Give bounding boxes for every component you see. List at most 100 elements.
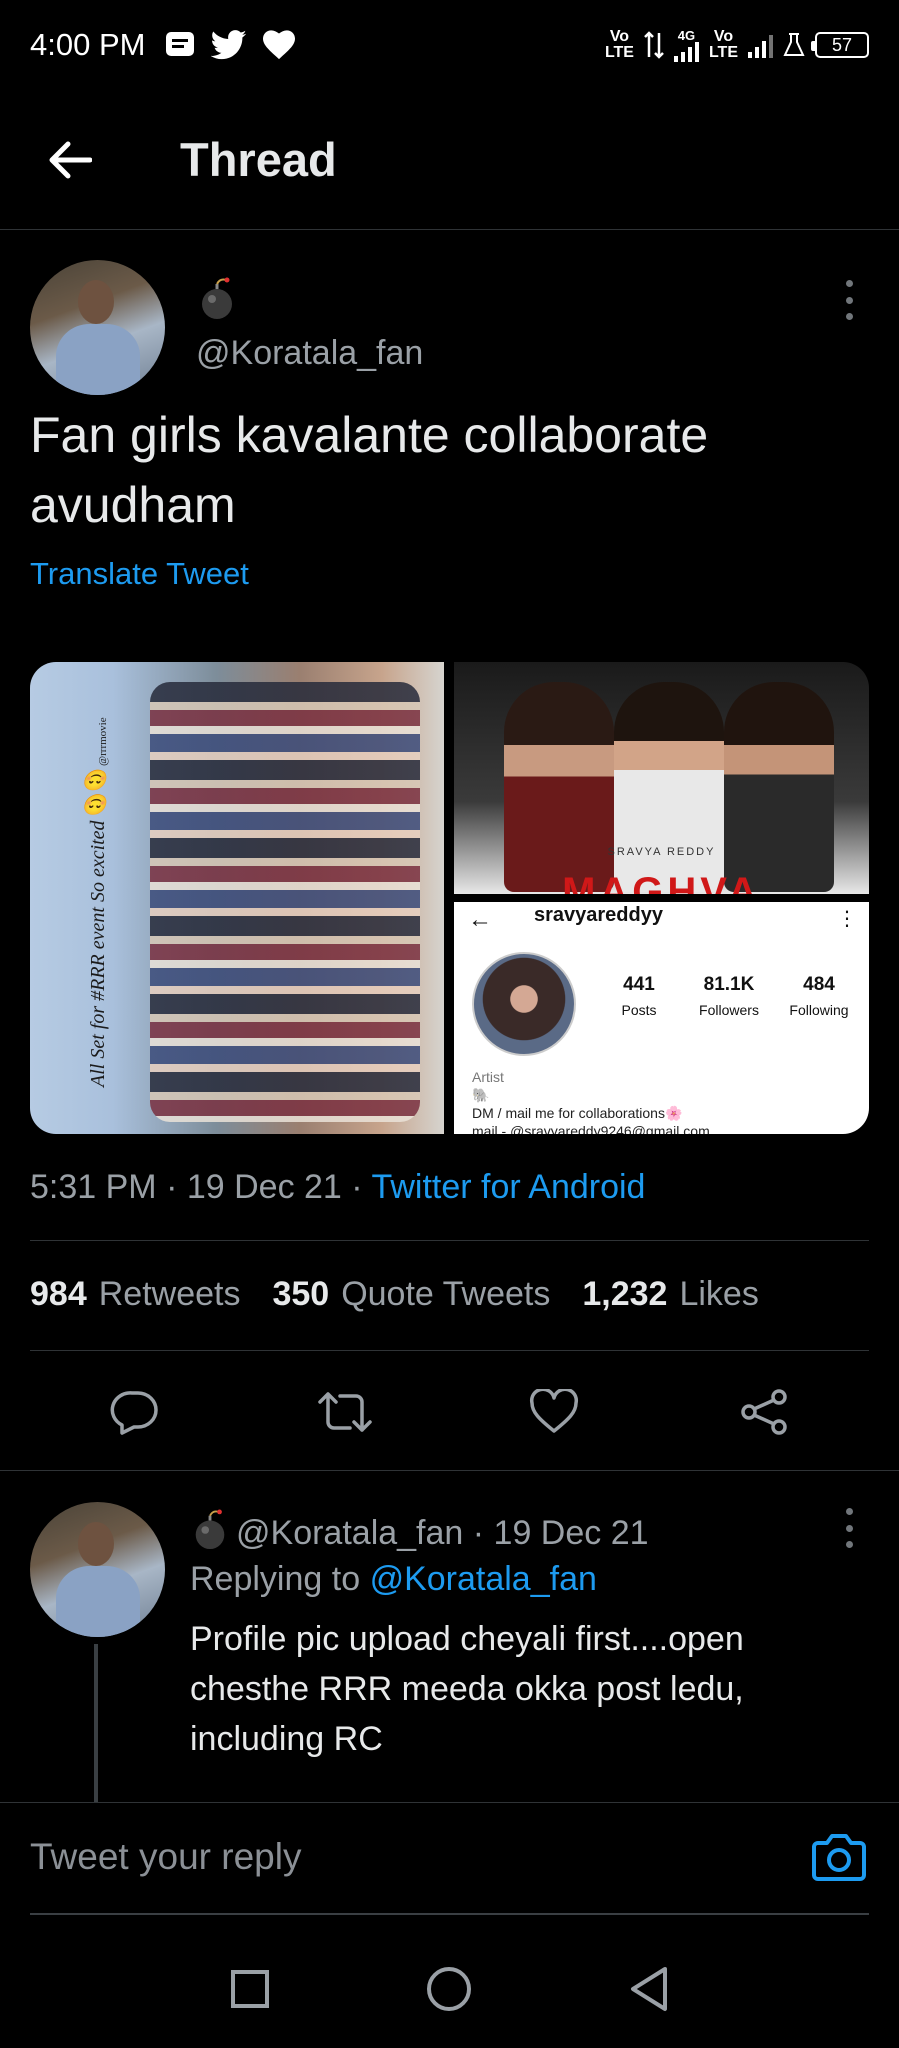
status-time: 4:00 PM — [30, 27, 146, 62]
volte-indicator-2: Vo LTE — [709, 29, 738, 61]
circle-icon — [427, 1967, 472, 2011]
reply-composer — [0, 1802, 899, 1914]
followers-value: 81.1K — [703, 974, 755, 995]
tweet-source-link[interactable]: Twitter for Android — [371, 1168, 645, 1206]
bio-line: 🐘 — [472, 1087, 490, 1103]
bio-line: mail - @sravyareddy9246@gmail.com — [472, 1123, 710, 1134]
bio-line: DM / mail me for collaborations🌸 — [472, 1105, 683, 1121]
retweet-icon — [317, 1392, 372, 1432]
volte-indicator-1: Vo LTE — [605, 29, 634, 61]
followers-label: Followers — [699, 1002, 759, 1018]
translate-tweet-link[interactable]: Translate Tweet — [30, 556, 249, 592]
quote-tweets-stat[interactable]: 350 Quote Tweets — [272, 1275, 550, 1314]
recents-button[interactable] — [210, 1949, 290, 2029]
like-button[interactable] — [514, 1372, 594, 1452]
share-button[interactable] — [724, 1372, 804, 1452]
instagram-avatar — [472, 952, 576, 1056]
bomb-icon — [195, 1509, 225, 1550]
signal-icon — [673, 41, 699, 62]
tweet-timestamp: 5:31 PM · 19 Dec 21 · Twitter for Androi… — [30, 1168, 645, 1207]
network-label: LTE — [708, 44, 738, 61]
message-icon — [166, 32, 195, 56]
bio-category: Artist — [472, 1069, 504, 1085]
tweet-text: Fan girls kavalante collaborate avudham — [30, 407, 709, 533]
likes-stat[interactable]: 1,232 Likes — [582, 1275, 758, 1314]
retweets-stat[interactable]: 984 Retweets — [30, 1275, 240, 1314]
replying-to: Replying to @Koratala_fan — [190, 1560, 597, 1599]
media-photo-poster[interactable]: SRAVYA REDDY MAGHVA — [454, 662, 869, 894]
group-photo-people — [150, 682, 420, 1122]
media-photo-instagram-profile[interactable]: ← sravyareddyy ⋮ 441 Posts 81.1K Followe… — [454, 902, 869, 1134]
separator: · — [463, 1514, 494, 1552]
triangle-back-icon — [631, 1967, 668, 2011]
divider — [0, 1470, 899, 1471]
heart-icon — [263, 30, 296, 60]
tweet-action-bar — [0, 1372, 899, 1452]
retweets-label: Retweets — [98, 1275, 241, 1313]
posts-label: Posts — [621, 1002, 657, 1018]
network-label: Vo — [713, 28, 734, 45]
top-app-bar: Thread — [0, 90, 899, 230]
instagram-stats: 441 Posts 81.1K Followers 484 Following — [594, 974, 864, 1018]
following-label: Following — [789, 1002, 849, 1018]
instagram-following-stat: 484 Following — [774, 974, 864, 1018]
camera-button[interactable] — [810, 1833, 868, 1885]
instagram-followers-stat: 81.1K Followers — [684, 974, 774, 1018]
more-options-icon[interactable] — [834, 280, 864, 320]
quotes-count: 350 — [272, 1275, 330, 1313]
reply-more-options-icon[interactable] — [834, 1508, 864, 1548]
photo-caption-text: All Set for #RRR event So excited 😊😊 — [87, 766, 109, 1087]
divider — [30, 1350, 869, 1351]
divider — [30, 1240, 869, 1241]
system-status-icons: Vo LTE 4G Vo LTE 57 — [605, 29, 869, 62]
reply-button[interactable] — [95, 1372, 175, 1452]
battery-level: 57 — [831, 34, 853, 55]
instagram-posts-stat: 441 Posts — [594, 974, 684, 1018]
posts-value: 441 — [623, 974, 655, 995]
reply-date: 19 Dec 21 — [493, 1514, 649, 1552]
poster-credit: SRAVYA REDDY — [607, 846, 716, 858]
reply-text: Profile pic upload cheyali first....open… — [190, 1620, 744, 1758]
avatar[interactable] — [30, 260, 165, 395]
retweet-button[interactable] — [305, 1372, 385, 1452]
separator: · — [156, 1168, 187, 1206]
composer-underline — [30, 1913, 869, 1915]
replying-to-label: Replying to — [190, 1560, 361, 1598]
quotes-label: Quote Tweets — [341, 1275, 551, 1313]
instagram-bio: Artist 🐘 DM / mail me for collaborations… — [472, 1068, 710, 1134]
reply-input[interactable] — [30, 1827, 790, 1887]
media-photo-group[interactable]: All Set for #RRR event So excited 😊😊 @rr… — [30, 662, 444, 1134]
camera-icon — [812, 1834, 866, 1881]
more-options-icon: ⋮ — [837, 908, 857, 930]
reply-avatar[interactable] — [30, 1502, 165, 1637]
home-button[interactable] — [409, 1949, 489, 2029]
signal-icon-2 — [748, 32, 773, 58]
back-button[interactable] — [20, 110, 120, 210]
tweet-time: 5:31 PM — [30, 1168, 157, 1206]
separator: · — [341, 1168, 372, 1206]
flask-icon — [783, 33, 805, 56]
network-label: LTE — [604, 44, 634, 61]
likes-count: 1,232 — [582, 1275, 668, 1313]
network-label: Vo — [609, 28, 630, 45]
likes-label: Likes — [679, 1275, 759, 1313]
reply-header: @Koratala_fan · 19 Dec 21 — [190, 1508, 649, 1553]
retweets-count: 984 — [30, 1275, 87, 1313]
heart-outline-icon — [530, 1389, 579, 1433]
arrow-left-icon: ← — [468, 906, 492, 933]
bomb-icon — [202, 277, 232, 319]
battery-icon: 57 — [811, 32, 869, 58]
author-handle[interactable]: @Koratala_fan — [196, 334, 423, 373]
square-icon — [230, 1970, 269, 2008]
system-nav-bar — [0, 1930, 899, 2048]
tweet-stats: 984 Retweets 350 Quote Tweets 1,232 Likes — [30, 1275, 759, 1314]
arrow-left-icon — [49, 141, 92, 178]
tweet-date: 19 Dec 21 — [186, 1168, 342, 1206]
reply-author-handle[interactable]: @Koratala_fan — [236, 1514, 463, 1552]
system-back-button[interactable] — [609, 1949, 689, 2029]
poster-brand: MAGHVA — [562, 870, 761, 894]
replying-to-mention[interactable]: @Koratala_fan — [370, 1560, 597, 1598]
instagram-username: sravyareddyy — [534, 904, 663, 926]
data-transfer-icon — [644, 31, 664, 59]
thread-connector — [94, 1644, 98, 1802]
